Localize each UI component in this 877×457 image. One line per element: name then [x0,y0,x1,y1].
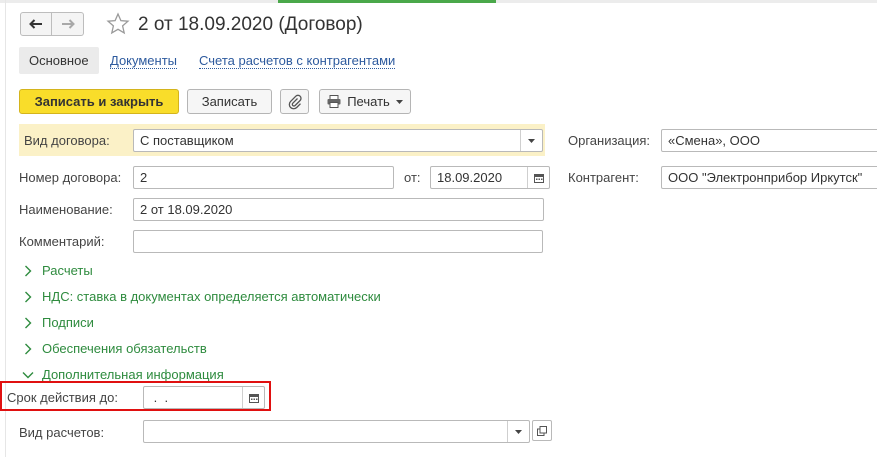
triangle-down-icon [528,138,535,143]
back-button[interactable] [20,12,52,36]
organization-label: Организация: [568,133,651,148]
counterparty-label: Контрагент: [568,170,639,185]
name-input[interactable]: 2 от 18.09.2020 [133,198,544,221]
forward-button[interactable] [52,12,84,36]
valid-until-value: . . [150,390,169,405]
group-signatures[interactable]: Подписи [21,314,94,332]
date-calendar-button[interactable] [527,167,549,188]
calendar-icon [533,173,544,183]
valid-until-label: Срок действия до: [7,390,118,405]
date-label: от: [404,170,421,185]
star-icon [106,12,130,35]
counterparty-field[interactable]: ООО "Электронприбор Иркутск" [661,166,877,189]
settlement-type-dropdown-button[interactable] [507,421,529,442]
group-vat[interactable]: НДС: ставка в документах определяется ав… [21,288,381,306]
calendar-icon [248,393,259,403]
save-and-close-button[interactable]: Записать и закрыть [19,89,179,114]
chevron-right-icon [25,291,32,303]
settlement-type-select[interactable] [143,420,530,443]
contract-type-dropdown-button[interactable] [520,130,542,151]
save-button[interactable]: Записать [187,89,272,114]
group-vat-label: НДС: ставка в документах определяется ав… [42,289,381,304]
chevron-right-icon [25,265,32,277]
group-obligations-label: Обеспечения обязательств [42,341,207,356]
contract-type-label: Вид договора: [24,133,110,148]
contract-number-input[interactable]: 2 [133,166,394,189]
group-signatures-label: Подписи [42,315,94,330]
open-form-icon [537,425,547,436]
active-window-indicator [278,0,496,3]
date-value: 18.09.2020 [437,170,503,185]
page-title: 2 от 18.09.2020 (Договор) [138,14,363,35]
contract-number-label: Номер договора: [19,170,122,185]
arrow-right-icon [61,19,75,29]
tab-main[interactable]: Основное [19,47,99,74]
organization-field[interactable]: «Смена», ООО [661,129,877,152]
attach-button[interactable] [280,89,309,114]
triangle-down-icon [395,99,403,104]
settlement-type-label: Вид расчетов: [19,425,105,440]
organization-value: «Смена», ООО [668,133,760,148]
chevron-right-icon [25,343,32,355]
triangle-down-icon [515,429,522,434]
name-label: Наименование: [19,202,113,217]
contract-type-select[interactable]: С поставщиком [133,129,543,152]
date-input[interactable]: 18.09.2020 [430,166,550,189]
tab-settlement-accounts[interactable]: Счета расчетов с контрагентами [199,47,396,74]
comment-input[interactable] [133,230,543,253]
chevron-down-icon [22,372,34,379]
valid-until-calendar-button[interactable] [242,387,264,408]
valid-until-input[interactable]: . . [143,386,265,409]
group-settlements[interactable]: Расчеты [21,262,93,280]
print-button-label: Печать [347,94,390,109]
contract-type-value: С поставщиком [140,133,234,148]
favorite-button[interactable] [106,12,130,36]
paperclip-icon [288,94,302,109]
comment-label: Комментарий: [19,234,105,249]
arrow-left-icon [29,19,42,29]
settlement-type-open-button[interactable] [532,420,552,441]
print-button[interactable]: Печать [319,89,411,114]
name-value: 2 от 18.09.2020 [140,202,233,217]
printer-icon [327,95,341,108]
group-obligations[interactable]: Обеспечения обязательств [21,340,207,358]
tab-documents[interactable]: Документы [110,47,178,74]
counterparty-value: ООО "Электронприбор Иркутск" [668,170,863,185]
chevron-right-icon [25,317,32,329]
group-settlements-label: Расчеты [42,263,93,278]
contract-number-value: 2 [140,170,148,185]
